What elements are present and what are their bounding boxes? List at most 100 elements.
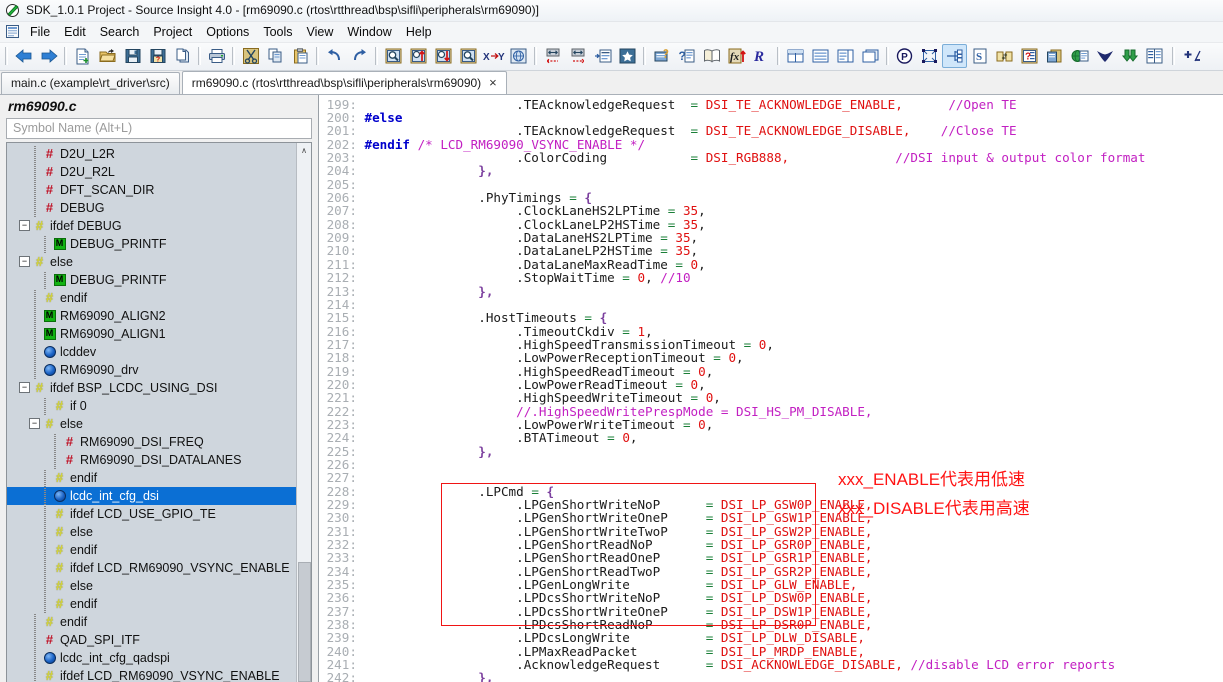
save-all-icon[interactable]: ?	[145, 44, 170, 68]
menu-help[interactable]: Help	[399, 23, 439, 41]
menu-tools[interactable]: Tools	[256, 23, 299, 41]
bookmark-icon[interactable]	[615, 44, 640, 68]
function-icon[interactable]: fx	[724, 44, 749, 68]
symbol-tree-item[interactable]: # RM69090_DSI_FREQ	[7, 432, 296, 451]
smart-rename-icon[interactable]	[649, 44, 674, 68]
forward-icon[interactable]	[36, 44, 61, 68]
bird-icon[interactable]	[1092, 44, 1117, 68]
symbol-tree-item[interactable]: # else	[7, 576, 296, 595]
symbol-tree-item[interactable]: # endif	[7, 468, 296, 487]
vertical-split-icon[interactable]	[833, 44, 858, 68]
symbol-tree[interactable]: # D2U_L2R # D2U_R2L # DFT_SCAN_DIR # DEBUG − # ifd…	[7, 143, 296, 682]
close-file-icon[interactable]	[170, 44, 195, 68]
tile-windows-icon[interactable]	[783, 44, 808, 68]
tab-rm69090-c[interactable]: rm69090.c (rtos\rtthread\bsp\sifli\perip…	[181, 70, 507, 94]
menu-window[interactable]: Window	[340, 23, 398, 41]
scroll-up-icon[interactable]: ∧	[296, 142, 311, 158]
close-icon[interactable]: ×	[489, 76, 497, 89]
symbol-tree-item[interactable]: # D2U_L2R	[7, 144, 296, 163]
menu-file[interactable]: File	[23, 23, 57, 41]
collapse-toggle-icon[interactable]: −	[19, 220, 30, 231]
reference-icon[interactable]: ?	[1017, 44, 1042, 68]
copy-icon[interactable]	[263, 44, 288, 68]
tab-main-c[interactable]: main.c (example\rt_driver\src)	[1, 71, 180, 94]
symbol-tree-item[interactable]: # else	[7, 522, 296, 541]
context-help-icon[interactable]: ?	[674, 44, 699, 68]
symbol-window-icon[interactable]	[917, 44, 942, 68]
browse-icon[interactable]	[699, 44, 724, 68]
symbol-tree-item[interactable]: # RM69090_DSI_DATALANES	[7, 450, 296, 469]
new-file-icon[interactable]	[70, 44, 95, 68]
plus-minus-icon[interactable]	[1180, 44, 1205, 68]
menu-view[interactable]: View	[300, 23, 341, 41]
symbol-tree-item[interactable]: # if 0	[7, 396, 296, 415]
print-icon[interactable]	[204, 44, 229, 68]
symbol-tree-item[interactable]: M RM69090_ALIGN1	[7, 324, 296, 343]
relation-window-icon[interactable]: R	[749, 44, 774, 68]
symbol-tree-item[interactable]: − # ifdef BSP_LCDC_USING_DSI	[7, 379, 296, 397]
context-window-icon[interactable]	[942, 44, 967, 69]
symbol-tree-item[interactable]: # endif	[7, 594, 296, 613]
symbol-tree-item[interactable]: − # ifdef DEBUG	[7, 217, 296, 235]
back-icon[interactable]	[11, 44, 36, 68]
scrollbar-thumb[interactable]	[297, 562, 311, 682]
menu-options[interactable]: Options	[199, 23, 256, 41]
sync-icon[interactable]	[1117, 44, 1142, 68]
project-icon[interactable]: P	[892, 44, 917, 68]
system-menu-icon[interactable]	[4, 24, 20, 39]
symbol-tree-item[interactable]: # endif	[7, 612, 296, 631]
jump-prev-icon[interactable]	[540, 44, 565, 68]
search-web-icon[interactable]	[506, 44, 531, 68]
code-line: 222: //.HighSpeedWritePrespMode = DSI_HS…	[319, 403, 873, 419]
undo-icon[interactable]	[322, 44, 347, 68]
symbol-tree-item[interactable]: M DEBUG_PRINTF	[7, 234, 296, 253]
symbol-tree-item[interactable]: M DEBUG_PRINTF	[7, 270, 296, 289]
search-forward-icon[interactable]	[431, 44, 456, 68]
menu-project[interactable]: Project	[146, 23, 199, 41]
clip-window-icon[interactable]	[1042, 44, 1067, 68]
replace-icon[interactable]: XY	[481, 44, 506, 68]
symbol-tree-item[interactable]: # ifdef LCD_RM69090_VSYNC_ENABLE	[7, 666, 296, 682]
symbol-tree-item[interactable]: − # else	[7, 415, 296, 433]
open-file-icon[interactable]	[95, 44, 120, 68]
code-editor[interactable]: 199: .TEAcknowledgeRequest = DSI_TE_ACKN…	[319, 94, 1223, 682]
symbol-tree-item[interactable]: # D2U_R2L	[7, 162, 296, 181]
horizontal-split-icon[interactable]	[808, 44, 833, 68]
symbol-tree-item[interactable]: M RM69090_ALIGN2	[7, 306, 296, 325]
symbol-tree-item[interactable]: # DFT_SCAN_DIR	[7, 180, 296, 199]
symbol-tree-scrollbar[interactable]: ∧	[296, 142, 311, 682]
symbol-tree-item[interactable]: # endif	[7, 540, 296, 559]
cascade-icon[interactable]	[858, 44, 883, 68]
symbol-tree-item[interactable]: # endif	[7, 288, 296, 307]
symbol-tree-item[interactable]: lcdc_int_cfg_qadspi	[7, 648, 296, 667]
html-export-icon[interactable]	[1067, 44, 1092, 68]
search-backward-icon[interactable]	[406, 44, 431, 68]
paste-icon[interactable]	[288, 44, 313, 68]
menu-edit[interactable]: Edit	[57, 23, 93, 41]
search-files-icon[interactable]	[456, 44, 481, 68]
menu-search[interactable]: Search	[93, 23, 147, 41]
cut-icon[interactable]	[238, 44, 263, 68]
symbol-tree-item[interactable]: # ifdef LCD_USE_GPIO_TE	[7, 504, 296, 523]
file-compare-icon[interactable]	[992, 44, 1017, 68]
symbol-tree-item[interactable]: # ifdef LCD_RM69090_VSYNC_ENABLE	[7, 558, 296, 577]
symbol-tree-item[interactable]: RM69090_drv	[7, 360, 296, 379]
search-icon[interactable]	[381, 44, 406, 68]
save-icon[interactable]	[120, 44, 145, 68]
collapse-toggle-icon[interactable]: −	[29, 418, 40, 429]
symbol-tree-item[interactable]: lcdc_int_cfg_dsi	[7, 486, 296, 505]
symbol-tree-item[interactable]: # DEBUG	[7, 198, 296, 217]
preferences-icon[interactable]	[1142, 44, 1167, 68]
source-list-icon[interactable]: S	[967, 44, 992, 68]
redo-icon[interactable]	[347, 44, 372, 68]
collapse-toggle-icon[interactable]: −	[19, 382, 30, 393]
collapse-toggle-icon[interactable]: −	[19, 256, 30, 267]
jump-to-definition-icon[interactable]	[590, 44, 615, 68]
symbol-tree-item[interactable]: lcddev	[7, 342, 296, 361]
jump-next-icon[interactable]	[565, 44, 590, 68]
symbol-tree-item[interactable]: − # else	[7, 253, 296, 271]
symbol-tree-item[interactable]: # QAD_SPI_ITF	[7, 630, 296, 649]
search-input[interactable]: Symbol Name (Alt+L)	[6, 117, 312, 139]
